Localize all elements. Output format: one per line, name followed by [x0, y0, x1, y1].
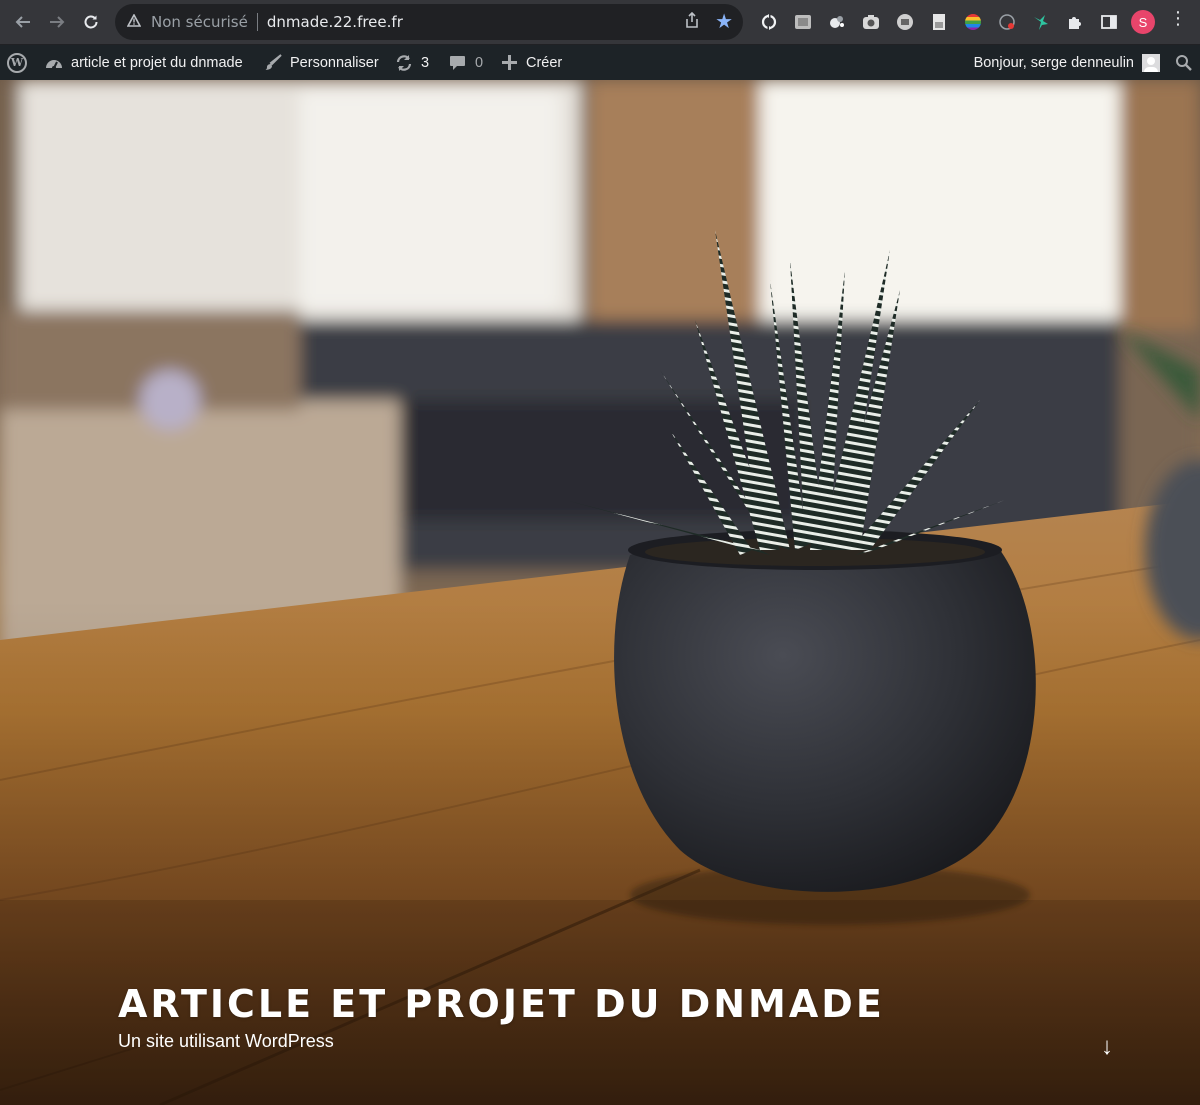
url-text[interactable]: dnmade.22.free.fr	[267, 13, 403, 31]
browser-toolbar: Non sécurisé dnmade.22.free.fr ★ S ⋮	[0, 0, 1200, 44]
color-extension-icon[interactable]	[956, 6, 990, 38]
comment-icon	[448, 55, 466, 71]
customize-menu[interactable]: Personnaliser	[264, 45, 379, 80]
share-icon[interactable]	[685, 11, 699, 32]
customize-label: Personnaliser	[290, 54, 379, 71]
updates-menu[interactable]: 3	[395, 45, 429, 80]
sidepanel-icon[interactable]	[1092, 6, 1126, 38]
back-button[interactable]	[6, 5, 40, 39]
bird-extension-icon[interactable]	[1024, 6, 1058, 38]
hero-background-image	[0, 80, 1200, 1105]
arrow-left-icon	[15, 16, 30, 28]
omnibox-divider	[256, 13, 258, 31]
user-avatar-icon	[1142, 53, 1160, 72]
star-icon[interactable]: ★	[715, 9, 733, 34]
extension-strip	[752, 6, 1126, 38]
hero-cover: ARTICLE ET PROJET DU DNMADE Un site util…	[0, 80, 1200, 1105]
puzzle-icon[interactable]	[1058, 6, 1092, 38]
camera-extension-icon[interactable]	[854, 6, 888, 38]
plus-icon	[501, 55, 517, 70]
scroll-down-icon[interactable]: ↓	[1093, 1032, 1121, 1062]
arrow-right-icon	[50, 16, 65, 28]
new-content-menu[interactable]: Créer	[501, 45, 562, 80]
web-extension-icon[interactable]	[990, 6, 1024, 38]
greeting-label: Bonjour, serge denneulin	[973, 54, 1134, 71]
comments-count: 0	[475, 54, 484, 71]
profile-avatar[interactable]: S	[1131, 10, 1155, 34]
security-label[interactable]: Non sécurisé	[151, 13, 248, 31]
reload-icon	[84, 15, 98, 29]
more-vertical-icon[interactable]: ⋮	[1168, 8, 1188, 29]
print-extension-icon[interactable]	[888, 6, 922, 38]
new-content-label: Créer	[526, 54, 563, 71]
search-icon	[1174, 54, 1192, 71]
dashboard-icon	[45, 55, 63, 71]
updates-icon	[395, 54, 413, 72]
warning-triangle-icon[interactable]	[126, 13, 143, 30]
search-menu[interactable]	[1174, 45, 1192, 80]
address-bar[interactable]: Non sécurisé dnmade.22.free.fr ★	[115, 4, 743, 40]
forward-button[interactable]	[40, 5, 74, 39]
wp-admin-bar: W article et projet du dnmade Personnali…	[0, 45, 1200, 80]
sync-extension-icon[interactable]	[752, 6, 786, 38]
reload-button[interactable]	[74, 5, 108, 39]
dots-extension-icon[interactable]	[820, 6, 854, 38]
site-tagline: Un site utilisant WordPress	[118, 1031, 334, 1051]
site-title[interactable]: ARTICLE ET PROJET DU DNMADE	[118, 982, 885, 1026]
site-name-menu[interactable]: article et projet du dnmade	[45, 45, 243, 80]
wp-logo-menu[interactable]: W	[7, 45, 27, 80]
comments-menu[interactable]: 0	[448, 45, 483, 80]
account-menu[interactable]: Bonjour, serge denneulin	[974, 45, 1160, 80]
updates-count: 3	[421, 54, 430, 71]
admin-bar-secondary: Bonjour, serge denneulin	[974, 45, 1200, 80]
wordpress-logo-icon: W	[7, 52, 27, 73]
screenshot-extension-icon[interactable]	[786, 6, 820, 38]
site-name-label: article et projet du dnmade	[71, 54, 243, 71]
page-extension-icon[interactable]	[922, 6, 956, 38]
brush-icon	[264, 54, 282, 71]
